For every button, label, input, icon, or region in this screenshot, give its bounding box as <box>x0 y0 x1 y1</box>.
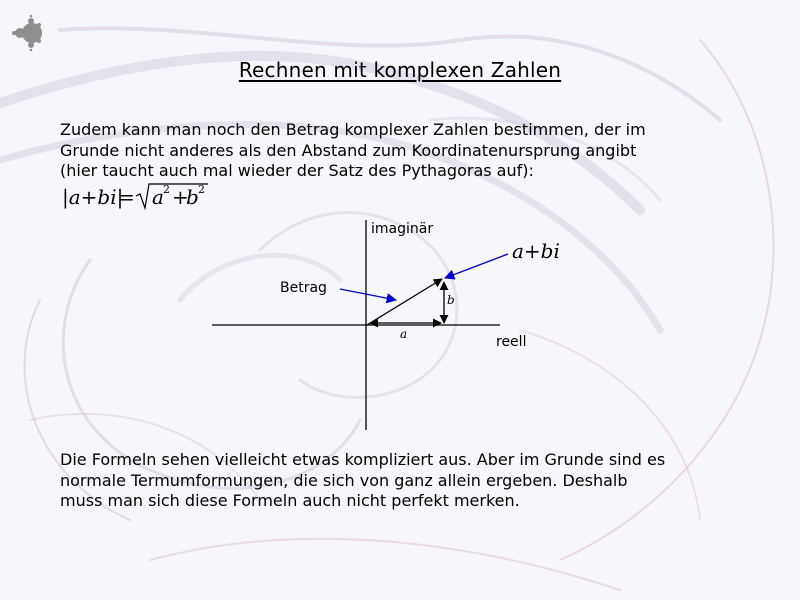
point-pointer-arrow <box>444 253 509 280</box>
formula-exponent-b: 2 <box>198 183 205 196</box>
imaginary-axis-label: imaginär <box>371 221 433 237</box>
formula-lhs: |a+bi| <box>62 185 123 210</box>
intro-line: Grunde nicht anderes als den Abstand zum… <box>60 140 637 160</box>
closing-paragraph: Die Formeln sehen vielleicht etwas kompl… <box>60 450 750 512</box>
point-label: a+bi <box>512 239 560 263</box>
mandelbrot-logo <box>12 14 42 52</box>
betrag-pointer-arrow <box>339 288 398 304</box>
intro-line: Zudem kann man noch den Betrag komplexer… <box>60 120 646 139</box>
closing-line: normale Termumformungen, die sich von ga… <box>60 470 628 490</box>
complex-plane-diagram: imaginär reell a b Betrag a+bi <box>212 220 560 430</box>
magnitude-formula: |a+bi| = a 2 + b 2 <box>62 183 208 211</box>
slide-title: Rechnen mit komplexen Zahlen <box>238 58 562 82</box>
formula-radicand-b: b <box>186 185 199 209</box>
formula-equals: = <box>118 185 135 209</box>
intro-paragraph: Zudem kann man noch den Betrag komplexer… <box>60 120 750 182</box>
side-a-label: a <box>400 327 407 341</box>
real-axis-label: reell <box>496 334 526 350</box>
closing-line: Die Formeln sehen vielleicht etwas kompl… <box>60 450 666 469</box>
intro-line: (hier taucht auch mal wieder der Satz de… <box>60 161 534 180</box>
closing-line: muss man sich diese Formeln auch nicht p… <box>60 491 520 510</box>
formula-exponent-a: 2 <box>163 183 170 196</box>
betrag-label: Betrag <box>280 280 327 296</box>
side-b-label: b <box>447 293 455 307</box>
magnitude-vector <box>366 278 443 326</box>
